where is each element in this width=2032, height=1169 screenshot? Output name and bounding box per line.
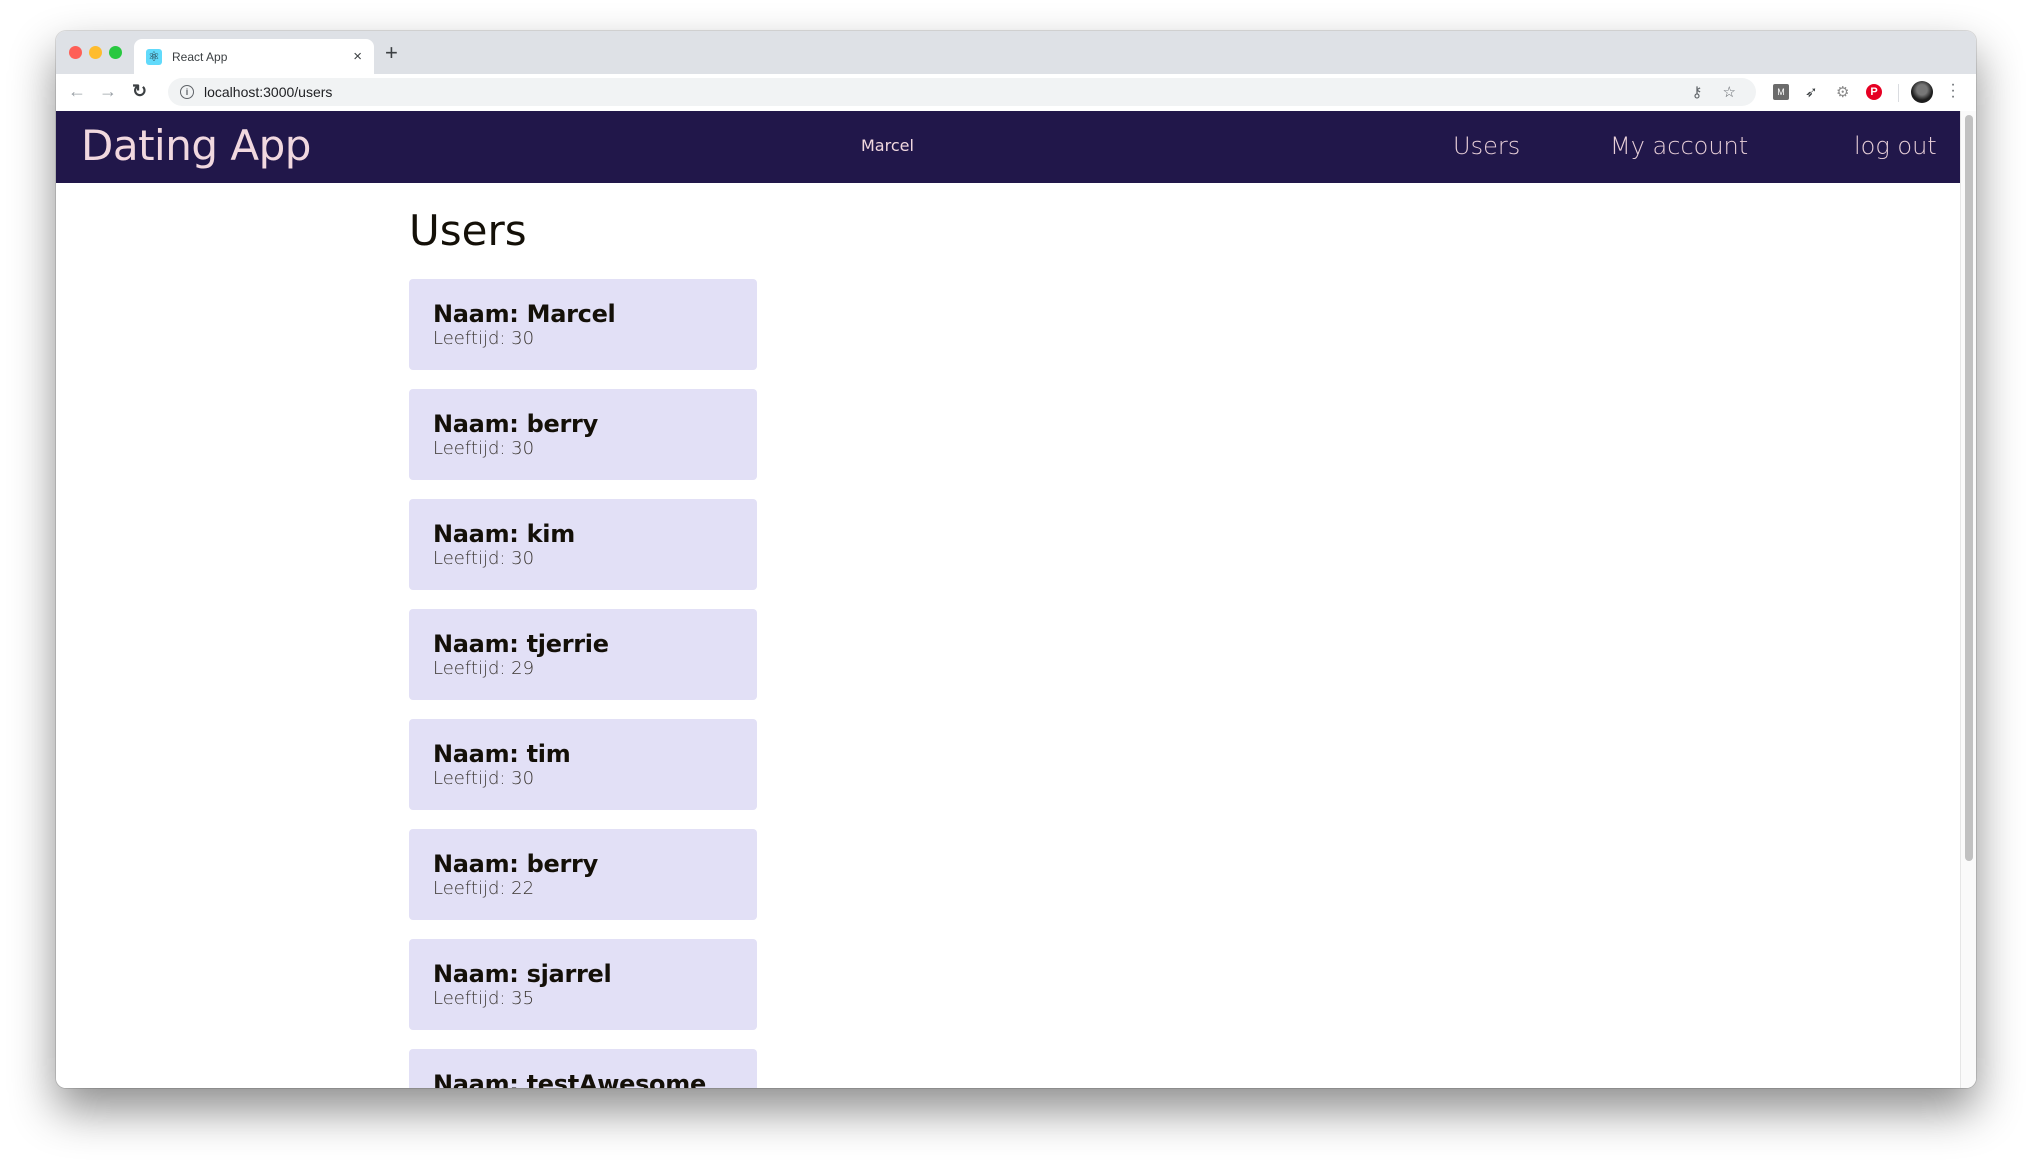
user-card[interactable]: Naam: Marcel Leeftijd: 30 [409,279,757,370]
close-tab-icon[interactable]: × [353,48,362,65]
user-age: Leeftijd: 30 [433,438,535,459]
user-age: Leeftijd: 22 [433,878,535,899]
user-name: Naam: Marcel [433,300,616,328]
star-icon[interactable]: ☆ [1723,83,1736,101]
user-card[interactable]: Naam: tim Leeftijd: 30 [409,719,757,810]
user-age: Leeftijd: 29 [433,658,535,679]
current-user-name: Marcel [861,136,914,155]
nav-my-account-link[interactable]: My account [1610,132,1748,160]
user-age: Leeftijd: 30 [433,768,535,789]
user-name: Naam: berry [433,850,598,878]
pinterest-icon[interactable]: P [1866,84,1882,100]
back-arrow-icon[interactable]: ← [68,81,86,102]
tab-react-app[interactable]: ⚛ React App × [134,39,374,74]
tab-title: React App [172,49,228,64]
user-name: Naam: tjerrie [433,630,609,658]
key-icon[interactable]: ⚷ [1692,83,1703,101]
user-name: Naam: berry [433,410,598,438]
user-name: Naam: sjarrel [433,960,612,988]
scrollbar-thumb[interactable] [1965,115,1973,861]
maximize-window-button[interactable] [109,46,122,59]
page-viewport: Dating App Marcel Users My account log o… [56,111,1976,1088]
user-age: Leeftijd: 30 [433,328,535,349]
profile-avatar[interactable] [1911,81,1933,103]
user-age: Leeftijd: 35 [433,988,535,1009]
user-card[interactable]: Naam: berry Leeftijd: 22 [409,829,757,920]
nav-users-link[interactable]: Users [1453,132,1520,160]
minimize-window-button[interactable] [89,46,102,59]
user-name: Naam: tim [433,740,571,768]
rocket-icon[interactable]: ➶ [1805,83,1818,101]
address-bar[interactable]: i localhost:3000/users ⚷ ☆ [168,78,1756,106]
user-name: Naam: testAwesome [433,1070,706,1088]
user-card[interactable]: Naam: tjerrie Leeftijd: 29 [409,609,757,700]
brand-logo[interactable]: Dating App [81,121,311,170]
user-card[interactable]: Naam: kim Leeftijd: 30 [409,499,757,590]
toolbar-divider [1898,84,1899,102]
user-card[interactable]: Naam: testAwesome [409,1049,757,1088]
react-icon: ⚛ [146,48,162,65]
user-list: Naam: Marcel Leeftijd: 30 Naam: berry Le… [409,279,757,1088]
user-age: Leeftijd: 30 [433,548,535,569]
user-card[interactable]: Naam: sjarrel Leeftijd: 35 [409,939,757,1030]
tab-bar: ⚛ React App × + [56,31,1976,74]
reload-icon[interactable]: ↻ [132,81,147,102]
forward-arrow-icon[interactable]: → [99,81,117,102]
browser-window: ⚛ React App × + ← → ↻ i localhost:3000/u… [56,31,1976,1088]
nav-logout-link[interactable]: log out [1854,132,1937,160]
info-icon[interactable]: i [180,85,194,99]
browser-toolbar: ← → ↻ i localhost:3000/users ⚷ ☆ M ➶ ⚙ P… [56,74,1976,112]
app-header: Dating App Marcel Users My account log o… [56,111,1961,183]
user-name: Naam: kim [433,520,575,548]
gear-icon[interactable]: ⚙ [1836,83,1849,101]
url-text[interactable]: localhost:3000/users [204,84,1692,100]
user-card[interactable]: Naam: berry Leeftijd: 30 [409,389,757,480]
extension-m-icon[interactable]: M [1773,84,1789,100]
new-tab-button[interactable]: + [385,40,398,66]
page-title: Users [409,206,527,255]
close-window-button[interactable] [69,46,82,59]
scrollbar[interactable] [1960,111,1976,1088]
menu-dots-icon[interactable]: · · · [1950,77,1956,105]
